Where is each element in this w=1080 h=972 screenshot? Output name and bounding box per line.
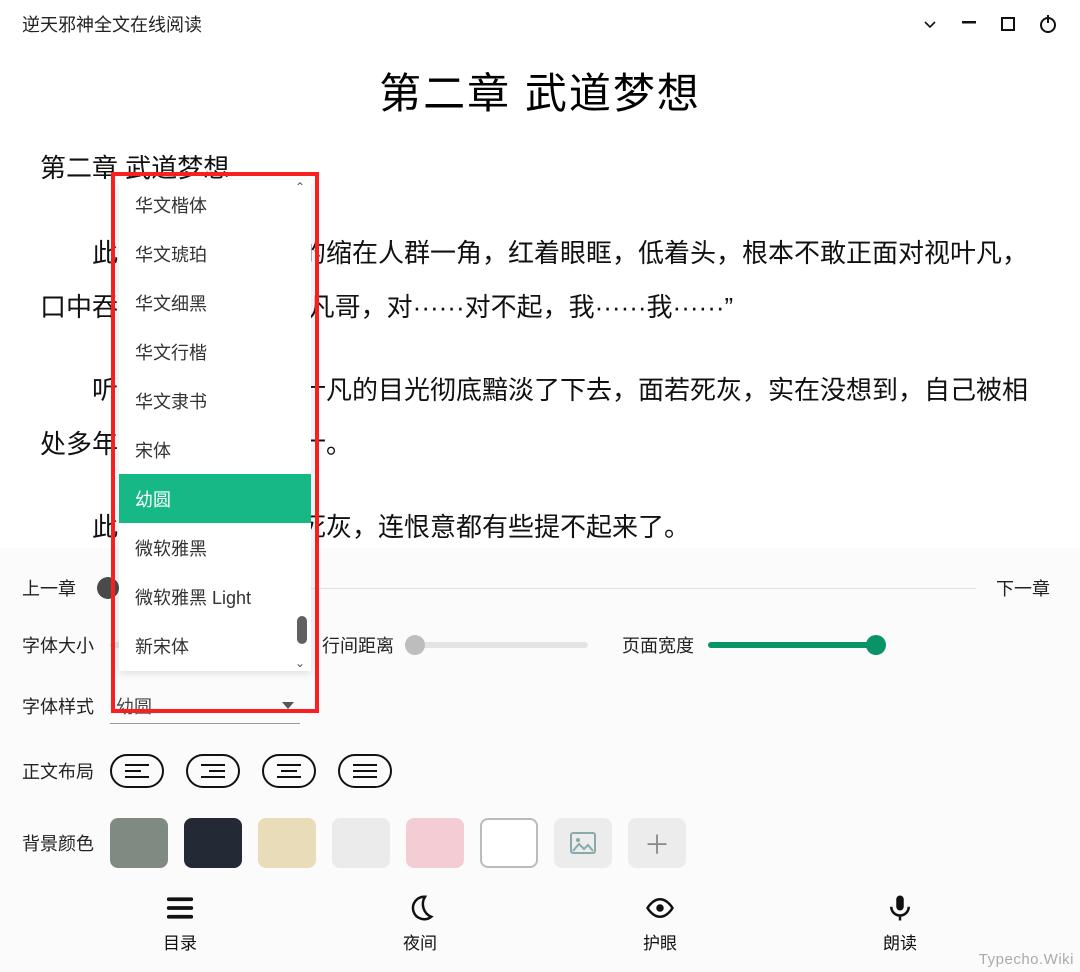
align-left-button[interactable] <box>110 754 164 788</box>
scroll-down-icon[interactable]: ⌄ <box>295 656 305 670</box>
tab-night-label: 夜间 <box>403 929 437 954</box>
bg-swatch[interactable] <box>406 818 464 868</box>
bg-add-button[interactable]: ＋ <box>628 818 686 868</box>
app-title: 逆天邪神全文在线阅读 <box>22 11 202 37</box>
bg-color-label: 背景颜色 <box>22 830 110 856</box>
font-option[interactable]: 幼圆 <box>119 474 311 523</box>
line-gap-label: 行间距离 <box>322 632 394 658</box>
align-justify-button[interactable] <box>338 754 392 788</box>
font-option[interactable]: 宋体 <box>119 425 311 474</box>
align-center-button[interactable] <box>262 754 316 788</box>
scrollbar-thumb[interactable] <box>297 616 307 644</box>
bg-swatch[interactable] <box>480 818 538 868</box>
chapter-title: 第二章 武道梦想 <box>0 60 1080 121</box>
watermark: Typecho.Wiki <box>979 951 1074 968</box>
tab-night[interactable]: 夜间 <box>403 893 437 954</box>
font-size-label: 字体大小 <box>22 632 110 658</box>
highlight-box: 华文楷体华文琥珀华文细黑华文行楷华文隶书宋体幼圆微软雅黑微软雅黑 Light新宋… <box>111 172 319 713</box>
font-option[interactable]: 华文楷体 <box>119 180 311 229</box>
tab-eye[interactable]: 护眼 <box>643 893 677 954</box>
font-family-label: 字体样式 <box>22 693 110 719</box>
mic-icon <box>885 893 915 923</box>
eye-icon <box>645 893 675 923</box>
tab-read[interactable]: 朗读 <box>883 893 917 954</box>
tab-eye-label: 护眼 <box>643 929 677 954</box>
moon-icon <box>405 893 435 923</box>
tab-read-label: 朗读 <box>883 929 917 954</box>
maximize-icon[interactable] <box>1000 16 1016 32</box>
align-right-button[interactable] <box>186 754 240 788</box>
font-option[interactable]: 微软雅黑 <box>119 523 311 572</box>
font-option[interactable]: 新宋体 <box>119 621 311 670</box>
font-option[interactable]: 华文细黑 <box>119 278 311 327</box>
font-option[interactable]: 华文隶书 <box>119 376 311 425</box>
layout-label: 正文布局 <box>22 758 110 784</box>
minimize-icon[interactable] <box>960 13 978 36</box>
font-option[interactable]: 华文行楷 <box>119 327 311 376</box>
tab-toc-label: 目录 <box>163 929 197 954</box>
menu-icon <box>165 893 195 923</box>
prev-chapter-button[interactable]: 上一章 <box>22 575 76 601</box>
font-option[interactable]: 华文琥珀 <box>119 229 311 278</box>
font-dropdown[interactable]: 华文楷体华文琥珀华文细黑华文行楷华文隶书宋体幼圆微软雅黑微软雅黑 Light新宋… <box>119 180 311 671</box>
bg-swatch[interactable] <box>110 818 168 868</box>
tab-toc[interactable]: 目录 <box>163 893 197 954</box>
scroll-up-icon[interactable]: ⌃ <box>295 180 305 194</box>
power-icon[interactable] <box>1038 14 1058 34</box>
bg-swatch[interactable] <box>258 818 316 868</box>
line-gap-slider[interactable] <box>408 642 588 648</box>
page-width-slider[interactable] <box>708 642 876 648</box>
bg-image-button[interactable] <box>554 818 612 868</box>
bg-swatch[interactable] <box>184 818 242 868</box>
chevron-down-icon[interactable] <box>922 16 938 32</box>
image-icon <box>570 832 596 854</box>
next-chapter-button[interactable]: 下一章 <box>996 575 1050 601</box>
font-option[interactable]: 微软雅黑 Light <box>119 572 311 621</box>
page-width-label: 页面宽度 <box>622 632 694 658</box>
bg-swatch[interactable] <box>332 818 390 868</box>
